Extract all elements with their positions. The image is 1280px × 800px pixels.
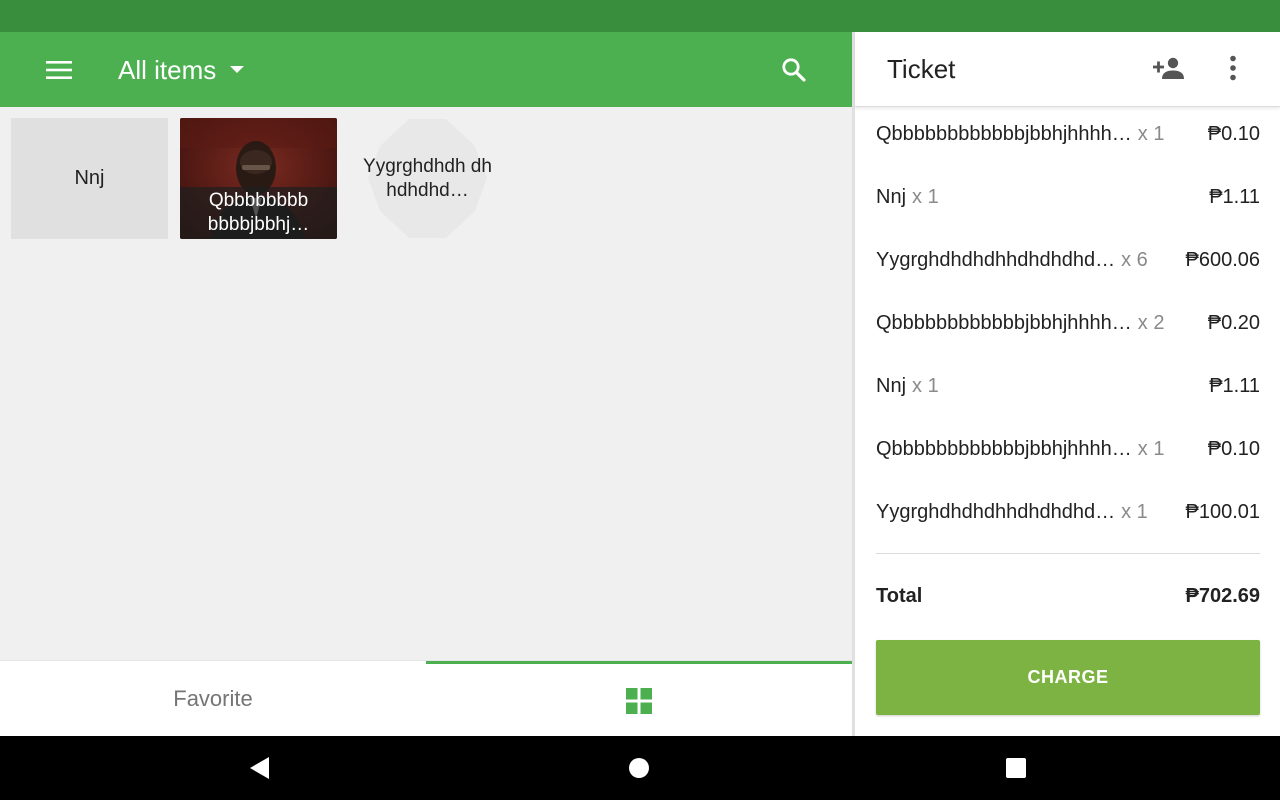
line-item-name: Yygrghdhdhdhhdhdhdhd… (876, 249, 1116, 271)
item-tile[interactable]: Nnj (11, 118, 168, 239)
grid-icon (626, 687, 652, 714)
ticket-header: Ticket (855, 32, 1280, 107)
line-item-qty: x 1 (1137, 438, 1165, 460)
menu-button[interactable] (34, 46, 84, 94)
line-item-price: ₱0.20 (1207, 312, 1260, 334)
chevron-down-icon (230, 66, 245, 73)
ticket-title: Ticket (887, 54, 956, 84)
add-customer-button[interactable] (1147, 46, 1191, 90)
ticket-pane: Ticket Qbbbbbbbbbbbbjbbhjhhhh… x 1 ₱0.10… (855, 32, 1280, 736)
item-name: Nnj (74, 167, 105, 189)
tab-favorite[interactable]: Favorite (0, 661, 426, 737)
item-tile[interactable]: Qbbbbbbbb bbbbjbbhj… (180, 118, 337, 239)
item-tile[interactable]: Yygrghdhdh dhhdhdhd… (349, 118, 506, 239)
more-options-button[interactable] (1211, 46, 1255, 90)
person-add-icon (1153, 57, 1184, 79)
search-icon (782, 58, 806, 82)
ticket-line[interactable]: Yygrghdhdhdhhdhdhdhd… x 1 ₱100.01 (876, 481, 1260, 544)
recents-icon (1006, 758, 1026, 778)
total-label: Total (876, 584, 923, 607)
line-item-price: ₱1.11 (1209, 375, 1260, 397)
category-dropdown[interactable]: All items (118, 50, 245, 90)
item-catalog-pane: All items Nnj Qbbbbbbbb bbbbjbbhj… Yygrg… (0, 32, 854, 736)
line-item-name: Nnj (876, 375, 907, 397)
line-item-price: ₱100.01 (1185, 501, 1260, 523)
catalog-toolbar: All items (0, 32, 854, 107)
line-item-price: ₱0.10 (1207, 438, 1260, 460)
line-item-qty: x 1 (912, 375, 939, 397)
item-name: Yygrghdhdh dhhdhdhd… (363, 155, 492, 201)
ticket-line[interactable]: Qbbbbbbbbbbbbjbbhjhhhh… x 2 ₱0.20 (876, 292, 1260, 355)
line-item-name: Yygrghdhdhdhhdhdhdhd… (876, 501, 1116, 523)
line-item-name: Qbbbbbbbbbbbbjbbhjhhhh… (876, 123, 1132, 145)
category-label: All items (118, 54, 217, 85)
home-button[interactable] (619, 748, 659, 788)
line-item-qty: x 1 (1121, 501, 1148, 523)
ticket-line[interactable]: Yygrghdhdhdhhdhdhdhd… x 6 ₱600.06 (876, 229, 1260, 292)
system-nav-bar (0, 736, 1280, 800)
status-bar (0, 0, 1280, 32)
more-vert-icon (1230, 55, 1236, 81)
ticket-line[interactable]: Nnj x 1 ₱1.11 (876, 166, 1260, 229)
line-item-qty: x 2 (1137, 312, 1165, 334)
total-divider (876, 553, 1260, 554)
line-item-qty: x 1 (912, 186, 939, 208)
line-item-price: ₱1.11 (1209, 186, 1260, 208)
line-item-qty: x 6 (1121, 249, 1148, 271)
tab-favorite-label: Favorite (173, 686, 253, 711)
line-item-name: Qbbbbbbbbbbbbjbbhjhhhh… (876, 312, 1132, 334)
line-item-price: ₱0.10 (1207, 123, 1260, 145)
bottom-tabs: Favorite (0, 660, 852, 736)
line-item-price: ₱600.06 (1185, 249, 1260, 271)
line-item-name: Qbbbbbbbbbbbbjbbhjhhhh… (876, 438, 1132, 460)
tab-all-items-grid[interactable] (426, 661, 852, 737)
total-row: Total ₱702.69 (876, 577, 1260, 615)
menu-icon (46, 61, 72, 79)
line-item-name: Nnj (876, 186, 907, 208)
total-value: ₱702.69 (1185, 584, 1260, 607)
item-grid: Nnj Qbbbbbbbb bbbbjbbhj… Yygrghdhdh dhhd… (0, 107, 854, 660)
item-name: Qbbbbbbbb bbbbjbbhj… (180, 187, 337, 239)
recents-button[interactable] (996, 748, 1036, 788)
ticket-line[interactable]: Qbbbbbbbbbbbbjbbhjhhhh… x 1 ₱0.10 (876, 103, 1260, 166)
back-icon (250, 757, 269, 779)
charge-button[interactable]: CHARGE (876, 640, 1260, 715)
ticket-line[interactable]: Qbbbbbbbbbbbbjbbhjhhhh… x 1 ₱0.10 (876, 418, 1260, 481)
line-item-qty: x 1 (1137, 123, 1165, 145)
search-button[interactable] (770, 46, 818, 94)
ticket-line[interactable]: Nnj x 1 ₱1.11 (876, 355, 1260, 418)
back-button[interactable] (240, 748, 280, 788)
home-icon (629, 758, 649, 778)
